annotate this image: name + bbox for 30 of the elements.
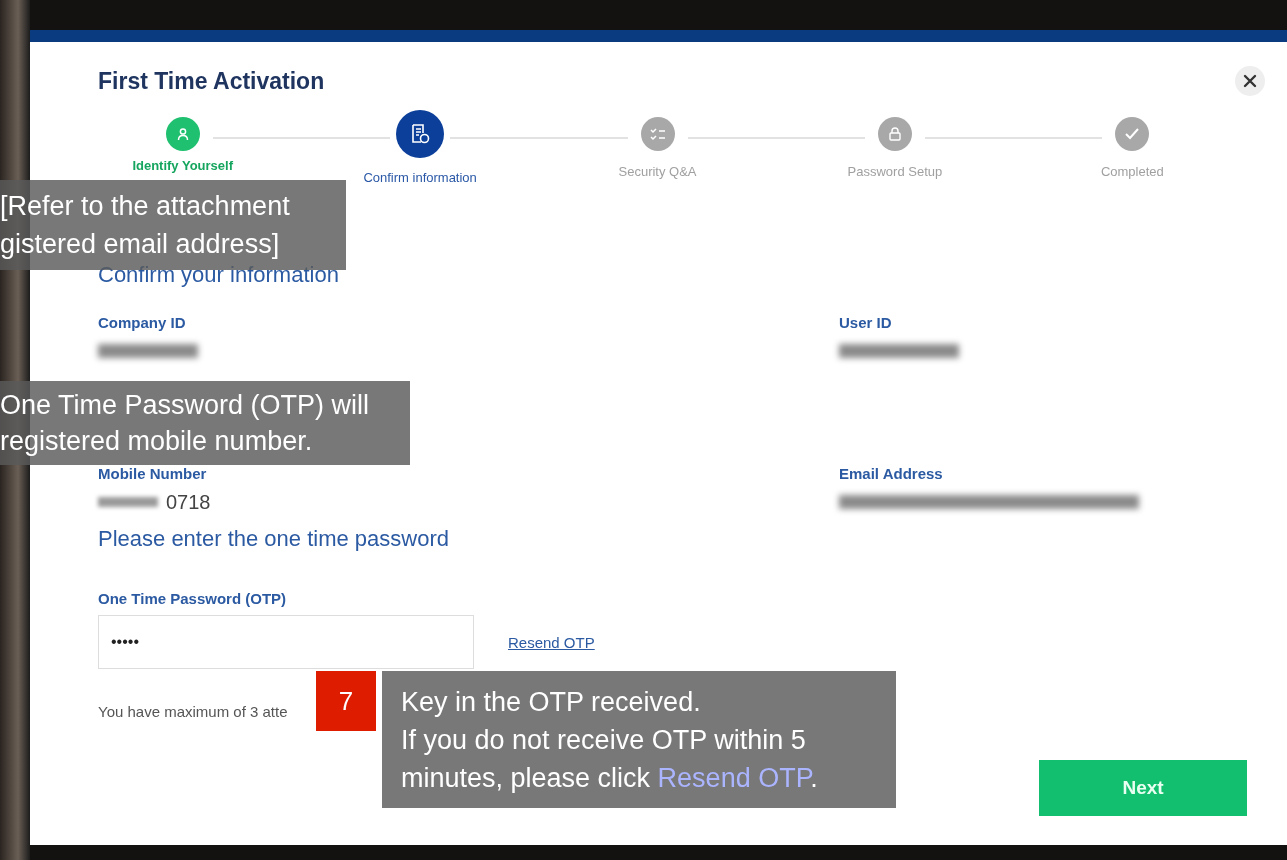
lock-icon [888,127,901,141]
check-icon [1124,127,1141,141]
field-value: 0718 [166,490,211,514]
step-label: Password Setup [847,164,943,179]
callout-text: Key in the OTP received. If you do not receive OTP within 5 minutes, please click Resend OTP. [401,685,819,795]
checklist-icon [649,127,666,141]
step-number-badge: 7 [316,671,376,731]
field-label: Email Address [839,465,944,482]
field-label: User ID [839,314,893,331]
step-label: Security Q&A [618,164,697,179]
step-label: Identify Yourself [132,158,234,173]
callout-text: registered mobile number. [0,425,314,458]
resend-otp-link[interactable]: Resend OTP [508,633,595,651]
field-label: Company ID [98,314,187,331]
attempts-note: You have maximum of 3 atte [98,703,288,720]
step-label: Completed [1100,164,1164,179]
dialog-title: First Time Activation [98,67,325,95]
field-label: One Time Password (OTP) [98,590,288,607]
close-icon [1242,73,1258,89]
field-label: Mobile Number [98,465,208,482]
callout-text: [Refer to the attachment [0,190,291,223]
section-heading: Confirm your information [98,262,340,288]
person-icon [175,127,190,141]
callout-text: gistered email address] [0,228,281,261]
close-button[interactable] [1235,66,1265,96]
document-icon [409,123,432,145]
section-heading: Please enter the one time password [98,526,450,552]
step-label: Confirm information [363,170,477,185]
otp-input-field[interactable]: ••••• [98,615,474,669]
callout-text: One Time Password (OTP) will [0,389,371,422]
